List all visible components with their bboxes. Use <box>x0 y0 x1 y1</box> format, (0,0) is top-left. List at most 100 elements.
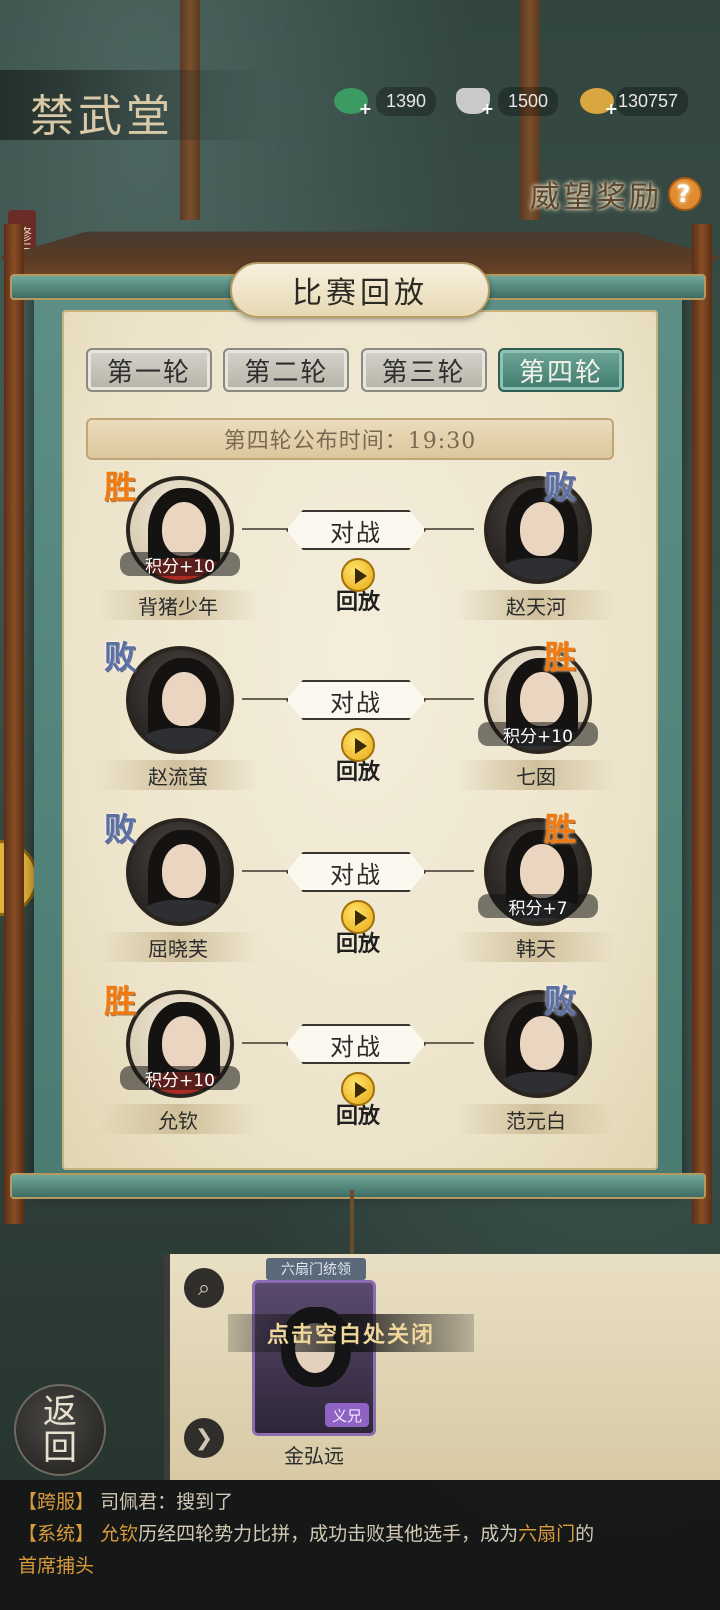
score-badge: 积分+10 <box>120 552 240 577</box>
avatar-body <box>140 728 228 750</box>
player-left[interactable]: 败 屈晓芙 <box>98 810 258 962</box>
result-badge: 败 <box>544 982 577 1020</box>
chat-player-name: 允钦 <box>100 1523 139 1545</box>
player-right[interactable]: 积分+7 胜 韩天 <box>456 810 616 962</box>
score-badge: 积分+10 <box>478 722 598 747</box>
avatar[interactable] <box>126 818 234 926</box>
hall-title: 禁武堂 <box>0 70 270 142</box>
currency-value: 1500 <box>498 86 559 116</box>
replay-button[interactable]: 回放 <box>328 558 388 615</box>
avatar-face <box>162 844 206 898</box>
avatar-body <box>498 1072 586 1094</box>
next-arrow-icon[interactable]: ❯ <box>184 1418 224 1458</box>
prestige-label: 威望奖励 <box>530 180 662 215</box>
player-right[interactable]: 败 赵天河 <box>456 468 616 620</box>
back-button[interactable]: 返 回 <box>14 1384 106 1476</box>
scroll-bar-bottom <box>10 1173 706 1199</box>
top-bar: 禁武堂 + 1390 + 1500 + 130757 <box>0 70 720 142</box>
currency-silver[interactable]: + 1500 <box>456 84 559 118</box>
back-label-top: 返 <box>43 1392 77 1432</box>
connector-line <box>242 698 292 700</box>
tab-round-3[interactable]: 第三轮 <box>360 348 487 392</box>
replay-button[interactable]: 回放 <box>328 728 388 785</box>
back-label-bottom: 回 <box>43 1428 77 1468</box>
player-name: 赵天河 <box>456 590 616 620</box>
vs-label: 对战 <box>286 680 426 720</box>
currency-gold[interactable]: + 130757 <box>580 84 689 118</box>
currency-value: 1390 <box>376 86 437 116</box>
tab-round-4[interactable]: 第四轮 <box>497 348 624 392</box>
avatar-face <box>162 502 206 556</box>
currency-jade[interactable]: + 1390 <box>334 84 437 118</box>
player-name: 赵流萤 <box>98 760 258 790</box>
tab-round-1[interactable]: 第一轮 <box>86 348 212 392</box>
player-left[interactable]: 积分+10 胜 背猪少年 <box>98 468 258 620</box>
player-name: 允钦 <box>98 1104 258 1134</box>
avatar-face <box>520 844 564 898</box>
chat-title-text: 首席捕头 <box>18 1555 95 1577</box>
jade-toad-icon: + <box>334 88 372 118</box>
publish-time-bar: 第四轮公布时间：19:30 <box>86 418 614 460</box>
result-badge: 胜 <box>544 810 577 848</box>
gold-coin-icon: + <box>580 88 618 118</box>
player-name: 屈晓芙 <box>98 932 258 962</box>
tab-round-2[interactable]: 第二轮 <box>223 348 350 392</box>
help-icon[interactable]: ? <box>668 177 702 211</box>
player-name: 韩天 <box>456 932 616 962</box>
replay-button[interactable]: 回放 <box>328 900 388 957</box>
modal-title: 比赛回放 <box>230 262 490 318</box>
chat-faction-name: 六扇门 <box>518 1523 576 1545</box>
avatar-face <box>520 1016 564 1070</box>
result-badge: 胜 <box>104 982 137 1020</box>
match-row: 积分+10 胜 背猪少年 对战 回放 败 赵天河 <box>62 468 658 630</box>
play-icon <box>341 558 375 592</box>
player-left[interactable]: 败 赵流萤 <box>98 638 258 790</box>
frame-pillar <box>692 224 712 1224</box>
player-name: 范元白 <box>456 1104 616 1134</box>
currency-value: 130757 <box>616 86 689 116</box>
frame-pillar <box>4 224 24 1224</box>
player-right[interactable]: 败 范元白 <box>456 982 616 1134</box>
character-card[interactable]: 义兄 <box>252 1280 376 1436</box>
replay-button[interactable]: 回放 <box>328 1072 388 1129</box>
avatar[interactable] <box>126 646 234 754</box>
avatar-face <box>162 1016 206 1070</box>
connector-line <box>242 1042 292 1044</box>
result-badge: 胜 <box>544 638 577 676</box>
play-icon <box>341 900 375 934</box>
avatar-face <box>520 502 564 556</box>
play-icon <box>341 728 375 762</box>
prestige-reward-button[interactable]: 威望奖励 ? <box>530 172 702 216</box>
silver-ingot-icon: + <box>456 88 494 118</box>
chat-text: 历经四轮势力比拼，成功击败其他选手，成为 <box>138 1523 519 1545</box>
close-hint[interactable]: 点击空白处关闭 <box>228 1314 474 1352</box>
vs-label: 对战 <box>286 510 426 550</box>
chat-line: 【跨服】 司佩君：搜到了 <box>18 1486 702 1518</box>
match-row: 积分+10 胜 允钦 对战 回放 败 范元白 <box>62 982 658 1144</box>
chat-channel-tag: 【跨服】 <box>18 1491 95 1513</box>
vs-label: 对战 <box>286 1024 426 1064</box>
result-badge: 败 <box>104 810 137 848</box>
chat-log[interactable]: 【跨服】 司佩君：搜到了 【系统】 允钦历经四轮势力比拼，成功击败其他选手，成为… <box>0 1480 720 1610</box>
chat-text: 司佩君：搜到了 <box>100 1491 234 1513</box>
player-right[interactable]: 积分+10 胜 七囡 <box>456 638 616 790</box>
score-badge: 积分+10 <box>120 1066 240 1091</box>
player-left[interactable]: 积分+10 胜 允钦 <box>98 982 258 1134</box>
vs-label: 对战 <box>286 852 426 892</box>
score-badge: 积分+7 <box>478 894 598 919</box>
avatar-body <box>140 900 228 922</box>
disciple-panel: ⌕ 六扇门统领 义兄 金弘远 ❯ <box>164 1254 720 1480</box>
match-row: 败 赵流萤 对战 回放 积分+10 胜 七囡 <box>62 638 658 800</box>
round-tabs: 第一轮 第二轮 第三轮 第四轮 <box>86 348 624 392</box>
player-name: 七囡 <box>456 760 616 790</box>
result-badge: 胜 <box>104 468 137 506</box>
avatar-face <box>520 672 564 726</box>
connector-line <box>242 528 292 530</box>
search-icon[interactable]: ⌕ <box>184 1268 224 1308</box>
card-name: 金弘远 <box>284 1444 344 1468</box>
match-row: 败 屈晓芙 对战 回放 积分+7 胜 韩天 <box>62 810 658 972</box>
panel-tab-hint: 六扇门统领 <box>266 1258 366 1280</box>
result-badge: 败 <box>544 468 577 506</box>
chat-text: 的 <box>575 1523 595 1545</box>
relation-tag: 义兄 <box>325 1403 369 1427</box>
